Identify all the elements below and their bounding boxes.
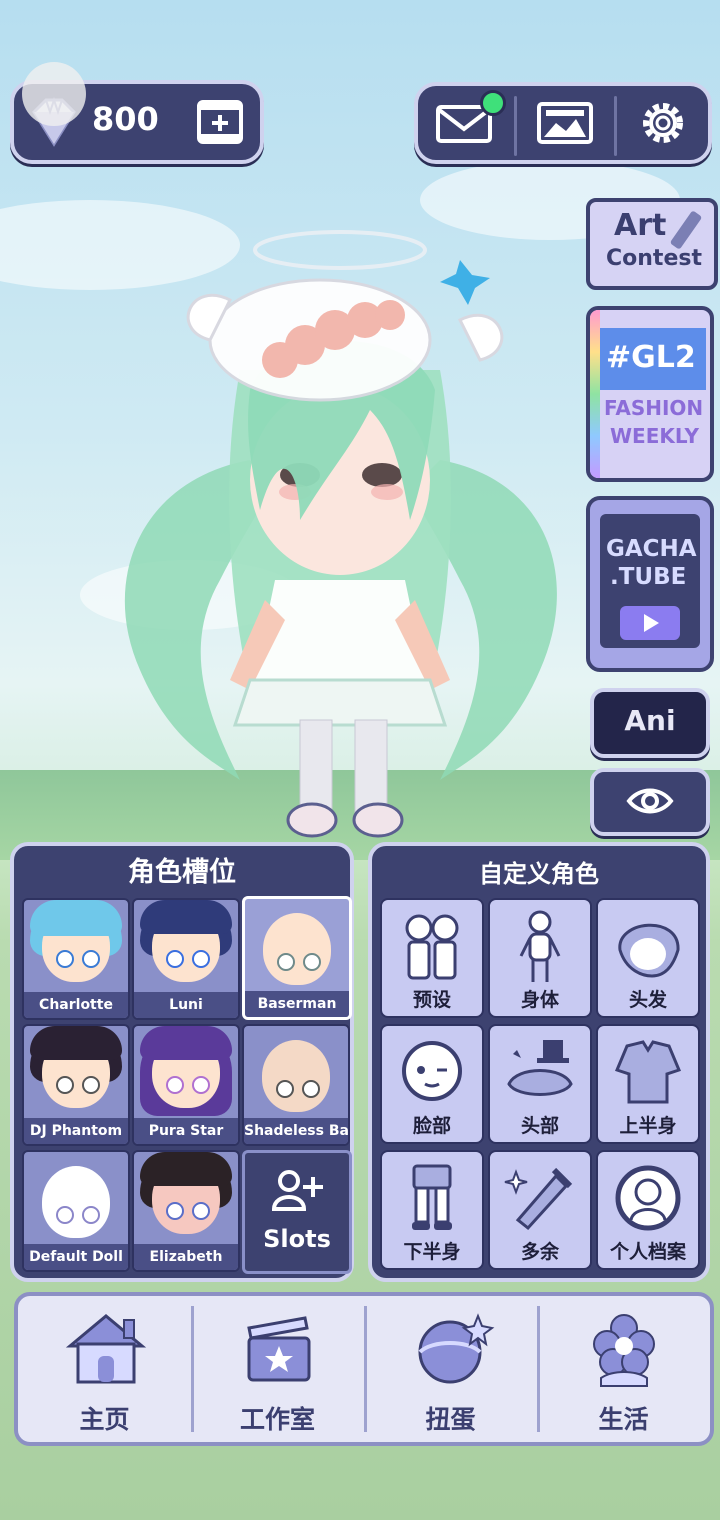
hair-button[interactable]: 头发: [596, 898, 700, 1018]
eye-icon: [626, 788, 674, 814]
slot-name: Elizabeth: [134, 1244, 238, 1270]
slot-name: Charlotte: [24, 992, 128, 1018]
slot-default-doll[interactable]: Default Doll: [22, 1150, 130, 1272]
hair-icon: [618, 923, 680, 978]
nav-home-label: 主页: [79, 1405, 130, 1434]
extra-button[interactable]: 多余: [488, 1150, 592, 1270]
preset-icon: [405, 914, 459, 980]
watch-ad-film-icon[interactable]: [194, 96, 246, 148]
character-preview[interactable]: [100, 220, 580, 850]
body-icon: [519, 910, 561, 982]
home-icon: [65, 1314, 147, 1384]
extra-icon: [504, 1167, 573, 1231]
lower-body-label: 下半身: [403, 1241, 461, 1263]
fashion-label: FASHION: [604, 396, 704, 420]
life-icon: [593, 1314, 655, 1387]
profile-button[interactable]: 个人档案: [596, 1150, 700, 1270]
upper-body-icon: [614, 1040, 682, 1104]
slot-name: Shadeless Bas: [244, 1118, 348, 1144]
gacha-tube-line1: GACHA: [606, 536, 697, 562]
art-contest-subtitle: Contest: [606, 246, 702, 271]
weekly-label: WEEKLY: [610, 424, 699, 448]
gl2-fashion-weekly-button[interactable]: #GL2 FASHION WEEKLY: [586, 306, 714, 482]
nav-home[interactable]: 主页: [18, 1296, 191, 1442]
slot-pura-star[interactable]: Pura Star: [132, 1024, 240, 1146]
character-slots-panel: 角色槽位 Charlotte Luni Baserman DJ Phantom: [10, 842, 354, 1282]
ani-button[interactable]: Ani: [590, 688, 710, 758]
touch-indicator: [22, 62, 86, 126]
slot-name: Default Doll: [24, 1244, 128, 1270]
face-label: 脸部: [412, 1115, 451, 1137]
add-user-icon: [271, 1170, 323, 1211]
gacha-icon: [418, 1313, 495, 1384]
play-icon: [620, 606, 680, 640]
nav-life[interactable]: 生活: [537, 1296, 710, 1442]
add-slots-label: Slots: [263, 1225, 331, 1253]
nav-studio-label: 工作室: [239, 1405, 315, 1434]
mail-notification-dot: [480, 90, 506, 116]
head-accessory-icon: [507, 1040, 573, 1096]
slot-baserman[interactable]: Baserman: [242, 896, 352, 1020]
character-slots-title: 角色槽位: [128, 857, 236, 888]
slot-luni[interactable]: Luni: [132, 898, 240, 1020]
customize-character-panel: 自定义角色 预设 身体 头发 脸部 头部 上半身 下半身 多余 个人档案: [368, 842, 710, 1282]
slot-name: Pura Star: [134, 1118, 238, 1144]
nav-gacha[interactable]: 扭蛋: [364, 1296, 537, 1442]
ani-label: Ani: [624, 704, 676, 737]
face-button[interactable]: 脸部: [380, 1024, 484, 1144]
top-right-toolbar: [414, 82, 712, 164]
settings-button[interactable]: [630, 94, 696, 152]
toggle-visibility-button[interactable]: [590, 768, 710, 836]
head-accessory-button[interactable]: 头部: [488, 1024, 592, 1144]
bottom-navigation: 主页 工作室 扭蛋 生活: [14, 1292, 714, 1446]
slot-name: DJ Phantom: [24, 1118, 128, 1144]
gear-icon: [643, 103, 683, 143]
body-label: 身体: [520, 989, 559, 1011]
face-icon: [402, 1041, 462, 1101]
nav-life-label: 生活: [598, 1405, 649, 1434]
slot-name: Luni: [134, 992, 238, 1018]
extra-label: 多余: [520, 1241, 559, 1263]
art-contest-button[interactable]: Art Contest: [586, 198, 718, 290]
lower-body-icon: [412, 1164, 452, 1230]
slot-charlotte[interactable]: Charlotte: [22, 898, 130, 1020]
studio-icon: [247, 1316, 311, 1382]
lower-body-button[interactable]: 下半身: [380, 1150, 484, 1270]
gacha-tube-line2: .TUBE: [610, 564, 687, 590]
slot-shadeless-bas[interactable]: Shadeless Bas: [242, 1024, 350, 1146]
preset-label: 预设: [412, 989, 451, 1011]
pencil-icon: [669, 210, 703, 250]
gem-currency-bar: 800: [10, 62, 264, 164]
customize-character-title: 自定义角色: [479, 860, 599, 888]
gacha-tube-button[interactable]: GACHA .TUBE: [586, 496, 714, 672]
preset-button[interactable]: 预设: [380, 898, 484, 1018]
gl2-tag: #GL2: [606, 340, 696, 375]
upper-body-label: 上半身: [619, 1115, 677, 1137]
body-button[interactable]: 身体: [488, 898, 592, 1018]
nav-gacha-label: 扭蛋: [425, 1405, 476, 1434]
add-slots-button[interactable]: Slots: [242, 1150, 352, 1274]
profile-icon: [615, 1165, 681, 1231]
nav-studio[interactable]: 工作室: [191, 1296, 364, 1442]
upper-body-button[interactable]: 上半身: [596, 1024, 700, 1144]
slot-name: Baserman: [245, 991, 349, 1017]
gem-count: 800: [92, 100, 159, 138]
hair-label: 头发: [628, 989, 667, 1011]
profile-label: 个人档案: [609, 1241, 686, 1263]
head-accessory-label: 头部: [520, 1115, 559, 1137]
image-icon: [537, 102, 593, 144]
slot-elizabeth[interactable]: Elizabeth: [132, 1150, 240, 1272]
gallery-button[interactable]: [530, 96, 600, 150]
slot-dj-phantom[interactable]: DJ Phantom: [22, 1024, 130, 1146]
art-contest-title: Art: [614, 208, 667, 243]
